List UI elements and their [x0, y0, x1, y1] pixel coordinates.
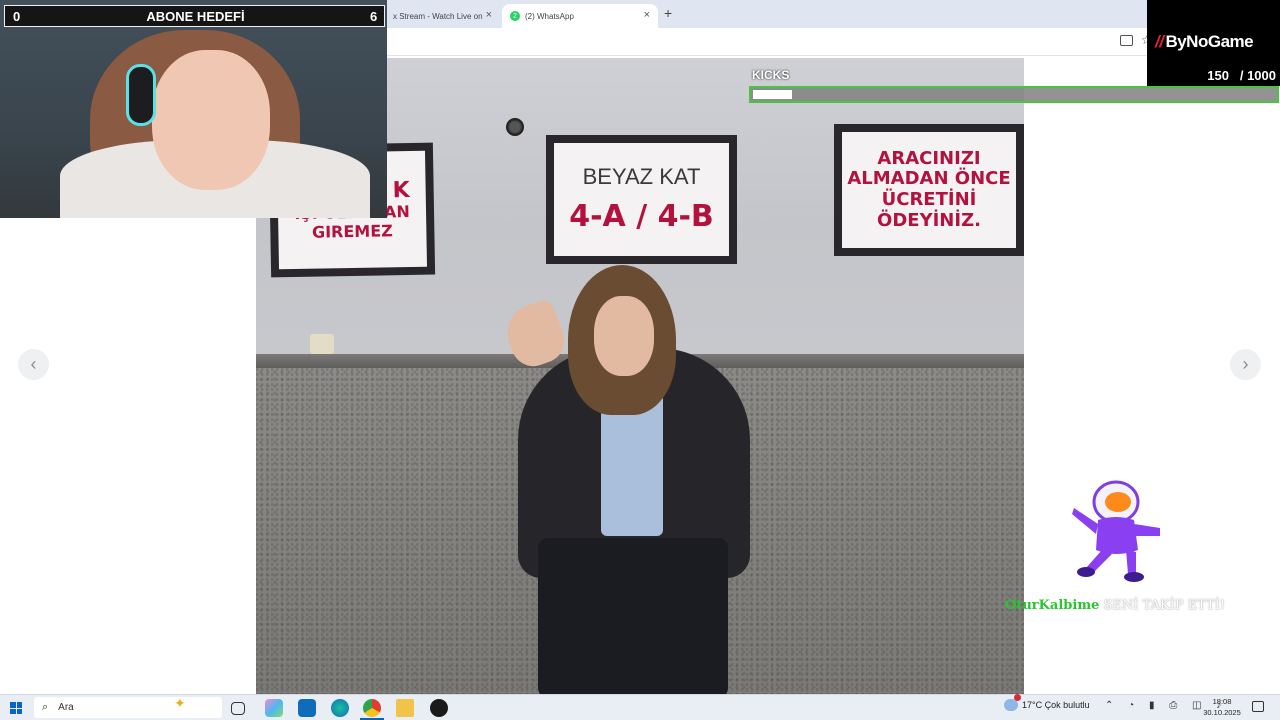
sign-no-entry-line-1: K	[392, 177, 410, 204]
follow-alert-message: SENİ TAKİP ETTİ!	[1103, 598, 1226, 613]
install-app-icon[interactable]	[1120, 35, 1133, 46]
headset-icon	[126, 64, 156, 126]
kicks-progress-fill	[753, 90, 792, 99]
sign-payment-line-1: ARACINIZI	[877, 147, 981, 169]
sign-payment-line-3: ÜCRETİNİ ÖDEYİNİZ.	[877, 189, 981, 231]
notification-icon[interactable]	[1252, 701, 1264, 712]
outlook-icon[interactable]	[298, 699, 316, 717]
next-media-button[interactable]: ›	[1230, 349, 1261, 380]
tab-whatsapp-close-icon[interactable]: ×	[644, 9, 650, 21]
bynogame-logo: //ByNoGame	[1155, 32, 1254, 52]
chrome-icon[interactable]	[363, 699, 381, 717]
sign-floor: BEYAZ KAT 4-A / 4-B	[546, 135, 737, 264]
tab-kick-stream-close-icon[interactable]: ×	[486, 9, 492, 21]
tab-kick-stream[interactable]: x Stream - Watch Live on ×	[385, 4, 500, 28]
taskbar-search-input[interactable]: ⌕ Ara	[34, 697, 222, 718]
streamer-face	[152, 50, 270, 190]
sponsor-panel: //ByNoGame 150 / 1000	[1147, 0, 1280, 86]
bynogame-logo-text: ByNoGame	[1165, 32, 1254, 51]
sponsor-counter: 150 / 1000	[1147, 68, 1276, 83]
sign-payment-line-2: ALMADAN ÖNCE	[847, 168, 1011, 190]
sign-no-entry-line-3: GIREMEZ	[311, 220, 393, 242]
astronaut-alert-icon	[1072, 480, 1160, 582]
task-view-icon[interactable]	[231, 702, 245, 715]
goal-target: 6	[370, 9, 378, 24]
new-tab-button[interactable]: +	[664, 5, 672, 21]
sign-floor-rooms: 4-A / 4-B	[569, 199, 714, 235]
weather-text: 17°C Çok bulutlu	[1022, 700, 1090, 710]
wall-socket	[310, 334, 334, 354]
taskbar-clock[interactable]: 18:08 30.10.2025	[1196, 696, 1248, 718]
tab-whatsapp-label: (2) WhatsApp	[525, 11, 574, 21]
webcam-feed	[0, 0, 387, 218]
tab-kick-stream-label: x Stream - Watch Live on	[393, 11, 483, 21]
follow-alert: OturKalbime SENİ TAKİP ETTİ!	[1005, 598, 1225, 613]
windows-taskbar: ⌕ Ara ✦ 17°C Çok bulutlu ⌃ ◔ ▮ ⎙ ◫ ♪ 18:…	[0, 694, 1280, 720]
kicks-label: KICKS	[752, 68, 790, 82]
clock-date: 30.10.2025	[1203, 708, 1241, 717]
file-explorer-icon[interactable]	[396, 699, 414, 717]
weather-widget[interactable]: 17°C Çok bulutlu	[1004, 694, 1090, 711]
sign-floor-name: BEYAZ KAT	[582, 164, 701, 190]
search-highlight-icon[interactable]: ✦	[174, 695, 186, 712]
clock-time: 18:08	[1212, 697, 1232, 706]
sign-payment: ARACINIZI ALMADAN ÖNCE ÜCRETİNİ ÖDEYİNİZ…	[834, 124, 1024, 256]
person-pants	[538, 538, 728, 694]
edge-icon[interactable]	[331, 699, 349, 717]
search-icon: ⌕	[42, 701, 49, 713]
streaming-app-icon[interactable]	[430, 699, 448, 717]
person-face	[594, 296, 654, 376]
kicks-progress-bar	[749, 86, 1279, 103]
weather-cloud-icon	[1004, 694, 1021, 711]
windows-start-icon[interactable]	[10, 702, 22, 714]
copilot-icon[interactable]	[265, 699, 283, 717]
subscriber-goal-bar: 0 ABONE HEDEFİ 6	[4, 5, 385, 27]
follow-alert-name: OturKalbime	[1005, 598, 1100, 613]
whatsapp-icon: 2	[510, 11, 520, 21]
bynogame-logo-icon: //	[1155, 32, 1164, 51]
sponsor-counter-total: / 1000	[1239, 68, 1276, 83]
sponsor-counter-current: 150	[1207, 68, 1229, 83]
taskbar-search-placeholder: Ara	[58, 702, 74, 713]
ceiling-lamp	[506, 118, 524, 136]
goal-title: ABONE HEDEFİ	[146, 9, 245, 24]
tab-whatsapp[interactable]: 2 (2) WhatsApp ×	[502, 4, 658, 28]
previous-media-button[interactable]: ‹	[18, 349, 49, 380]
